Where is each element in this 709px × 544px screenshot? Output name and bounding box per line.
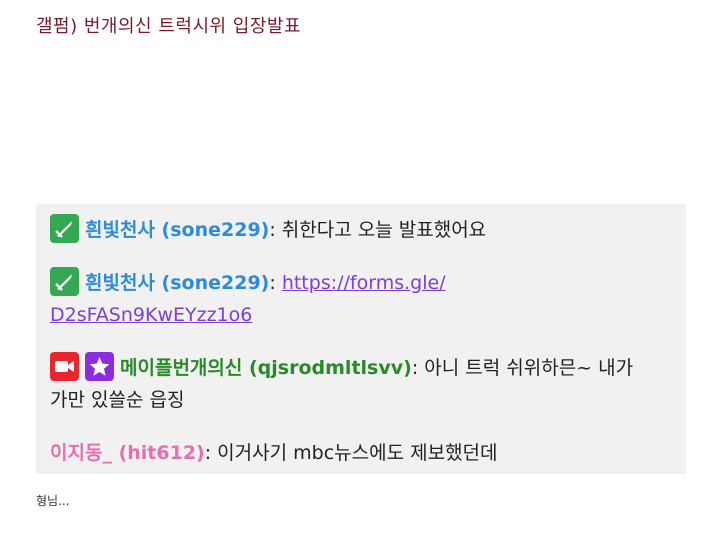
chat-link[interactable]: https://forms.gle/: [282, 272, 446, 294]
post-body-text: 형님...: [36, 494, 70, 508]
chat-username[interactable]: 메이플번개의신 (qjsrodmltlsvv): [120, 357, 412, 379]
chat-message: 흰빛천사 (sone229): https://forms.gle/D2sFAS…: [50, 267, 672, 331]
post-title: 갤펌) 번개의신 트럭시위 입장발표: [36, 16, 302, 37]
star-icon: [85, 352, 114, 381]
chat-text: 취한다고 오늘 발표했어요: [275, 219, 487, 241]
video-camera-icon: [50, 352, 79, 381]
chat-text: 이거사기 mbc뉴스에도 제보했던데: [211, 442, 498, 464]
chat-username[interactable]: 흰빛천사 (sone229): [85, 219, 269, 241]
chat-text: 아니 트럭 쉬위하믄~ 내가: [418, 357, 634, 379]
chat-username[interactable]: 이지동_ (hit612): [50, 442, 205, 464]
chat-text-continued: 가만 있쓸순 읍징: [50, 389, 185, 411]
sword-icon: [50, 214, 79, 243]
chat-link-continued[interactable]: D2sFASn9KwEYzz1o6: [50, 304, 252, 326]
chat-screenshot: 흰빛천사 (sone229): 취한다고 오늘 발표했어요 흰빛천사 (sone…: [36, 204, 686, 474]
chat-separator: :: [269, 272, 276, 294]
chat-message: 흰빛천사 (sone229): 취한다고 오늘 발표했어요: [50, 214, 672, 246]
chat-message: 메이플번개의신 (qjsrodmltlsvv): 아니 트럭 쉬위하믄~ 내가 가…: [50, 352, 672, 416]
chat-username[interactable]: 흰빛천사 (sone229): [85, 272, 269, 294]
chat-message: 이지동_ (hit612): 이거사기 mbc뉴스에도 제보했던데: [50, 437, 672, 469]
sword-icon: [50, 267, 79, 296]
